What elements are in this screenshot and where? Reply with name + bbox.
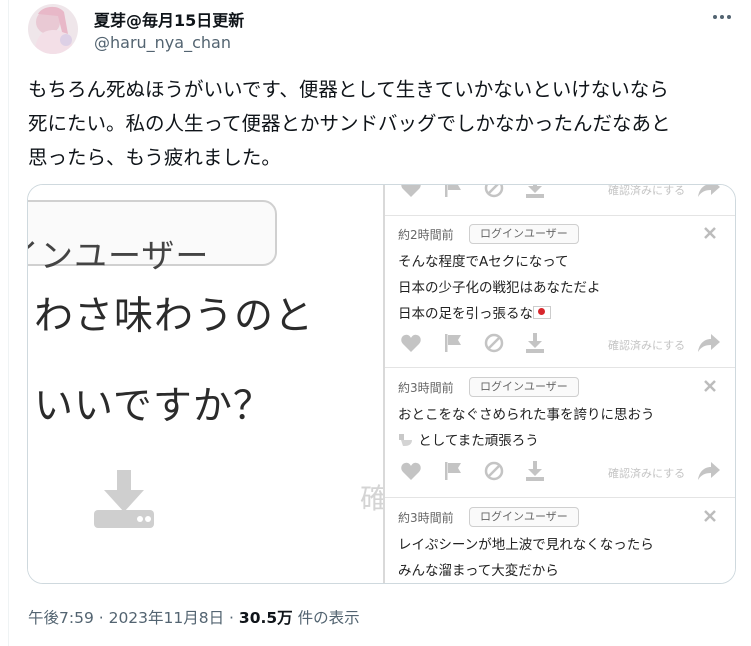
close-icon — [704, 510, 716, 522]
timeline-left-border — [8, 0, 9, 646]
author-handle[interactable]: @haru_nya_chan — [94, 33, 231, 52]
comment-text: レイぷシーンが地上波で見れなくなったら — [398, 537, 654, 553]
comment-item: 約3時間前 ログインユーザー レイぷシーンが地上波で見れなくなったら みんな溜ま… — [385, 499, 735, 583]
heart-icon — [401, 462, 421, 480]
download-icon — [526, 461, 544, 481]
tweet-text-line: 死にたい。私の人生って便器とかサンドバッグでしかなかったんだなあと — [28, 112, 671, 135]
confirm-label: 確認済みにする — [608, 467, 686, 480]
toilet-emoji — [399, 434, 412, 446]
japan-flag-emoji — [533, 306, 551, 319]
flag-icon — [445, 185, 461, 197]
comment-actions: 確認済みにする — [385, 460, 735, 484]
download-icon — [526, 333, 544, 353]
comment-divider — [385, 497, 735, 498]
comment-time: 約3時間前 — [398, 511, 454, 525]
comment-time: 約3時間前 — [398, 381, 454, 395]
views-label: 件の表示 — [292, 609, 360, 627]
user-badge: ログインユーザー — [469, 377, 579, 397]
tweet-media-image[interactable]: インユーザー わさ味わうのと いいですか？ 確 確認済みにする 約2時間前 ログ… — [27, 184, 736, 584]
comment-text: 日本の少子化の戦犯はあなただよ — [398, 280, 601, 296]
pill-text: インユーザー — [28, 236, 210, 275]
cropped-text: 確 — [360, 477, 383, 517]
comment-text: としてまた頑張ろう — [418, 433, 539, 449]
comment-divider — [385, 367, 735, 368]
comment-list: 確認済みにする 約2時間前 ログインユーザー そんな程度でAセクになって 日本の… — [385, 185, 735, 583]
avatar[interactable] — [28, 4, 78, 54]
tweet-text-line: 思ったら、もう疲れました。 — [28, 146, 281, 169]
tweet-meta: 午後7:59 · 2023年11月8日 · 30.5万 件の表示 — [28, 606, 360, 628]
comment-time: 約2時間前 — [398, 228, 454, 242]
large-text-line: いいですか？ — [34, 384, 273, 429]
heart-icon — [401, 334, 421, 352]
tweet-text-line: もちろん死ぬほうがいいです、便器として生きていかないといけないなら — [28, 78, 669, 101]
share-icon — [698, 462, 720, 480]
tweet-text: もちろん死ぬほうがいいです、便器として生きていかないといけないなら 死にたい。私… — [28, 73, 740, 175]
close-icon — [704, 227, 716, 239]
author-display-name[interactable]: 夏芽@毎月15日更新 — [94, 7, 244, 31]
flag-icon — [445, 334, 461, 352]
heart-icon — [401, 185, 421, 197]
block-icon — [484, 333, 504, 353]
block-icon — [484, 461, 504, 481]
comment-actions: 確認済みにする — [385, 332, 735, 356]
download-icon — [526, 185, 544, 198]
user-type-pill: インユーザー — [28, 200, 277, 275]
confirm-label: 確認済みにする — [608, 185, 686, 197]
comment-item: 約2時間前 ログインユーザー そんな程度でAセクになって 日本の少子化の戦犯はあ… — [385, 216, 735, 346]
comment-text: みんな溜まって大変だから — [398, 563, 559, 579]
user-badge: ログインユーザー — [469, 224, 579, 244]
large-text-line: わさ味わうのと — [34, 294, 315, 339]
download-icon — [94, 470, 154, 528]
share-icon — [698, 334, 720, 352]
comment-text: そんな程度でAセクになって — [398, 254, 569, 270]
comment-text-line: 日本の足を引っ張るな — [398, 302, 551, 322]
views-count: 30.5万 — [238, 609, 293, 627]
user-badge: ログインユーザー — [469, 507, 579, 527]
share-icon — [698, 185, 720, 197]
media-left-panel: インユーザー わさ味わうのと いいですか？ 確 — [28, 185, 383, 583]
flag-icon — [445, 462, 461, 480]
more-options-icon[interactable] — [706, 6, 738, 28]
comment-actions: 確認済みにする — [385, 185, 735, 203]
comment-text: 日本の足を引っ張るな — [398, 306, 533, 322]
block-icon — [484, 185, 504, 198]
comment-text-line: としてまた頑張ろう — [398, 429, 539, 449]
tweet-timestamp[interactable]: 午後7:59 · 2023年11月8日 · — [28, 609, 239, 627]
confirm-label: 確認済みにする — [608, 339, 686, 352]
close-icon — [704, 380, 716, 392]
comment-text: おとこをなぐさめられた事を誇りに思おう — [398, 407, 655, 423]
